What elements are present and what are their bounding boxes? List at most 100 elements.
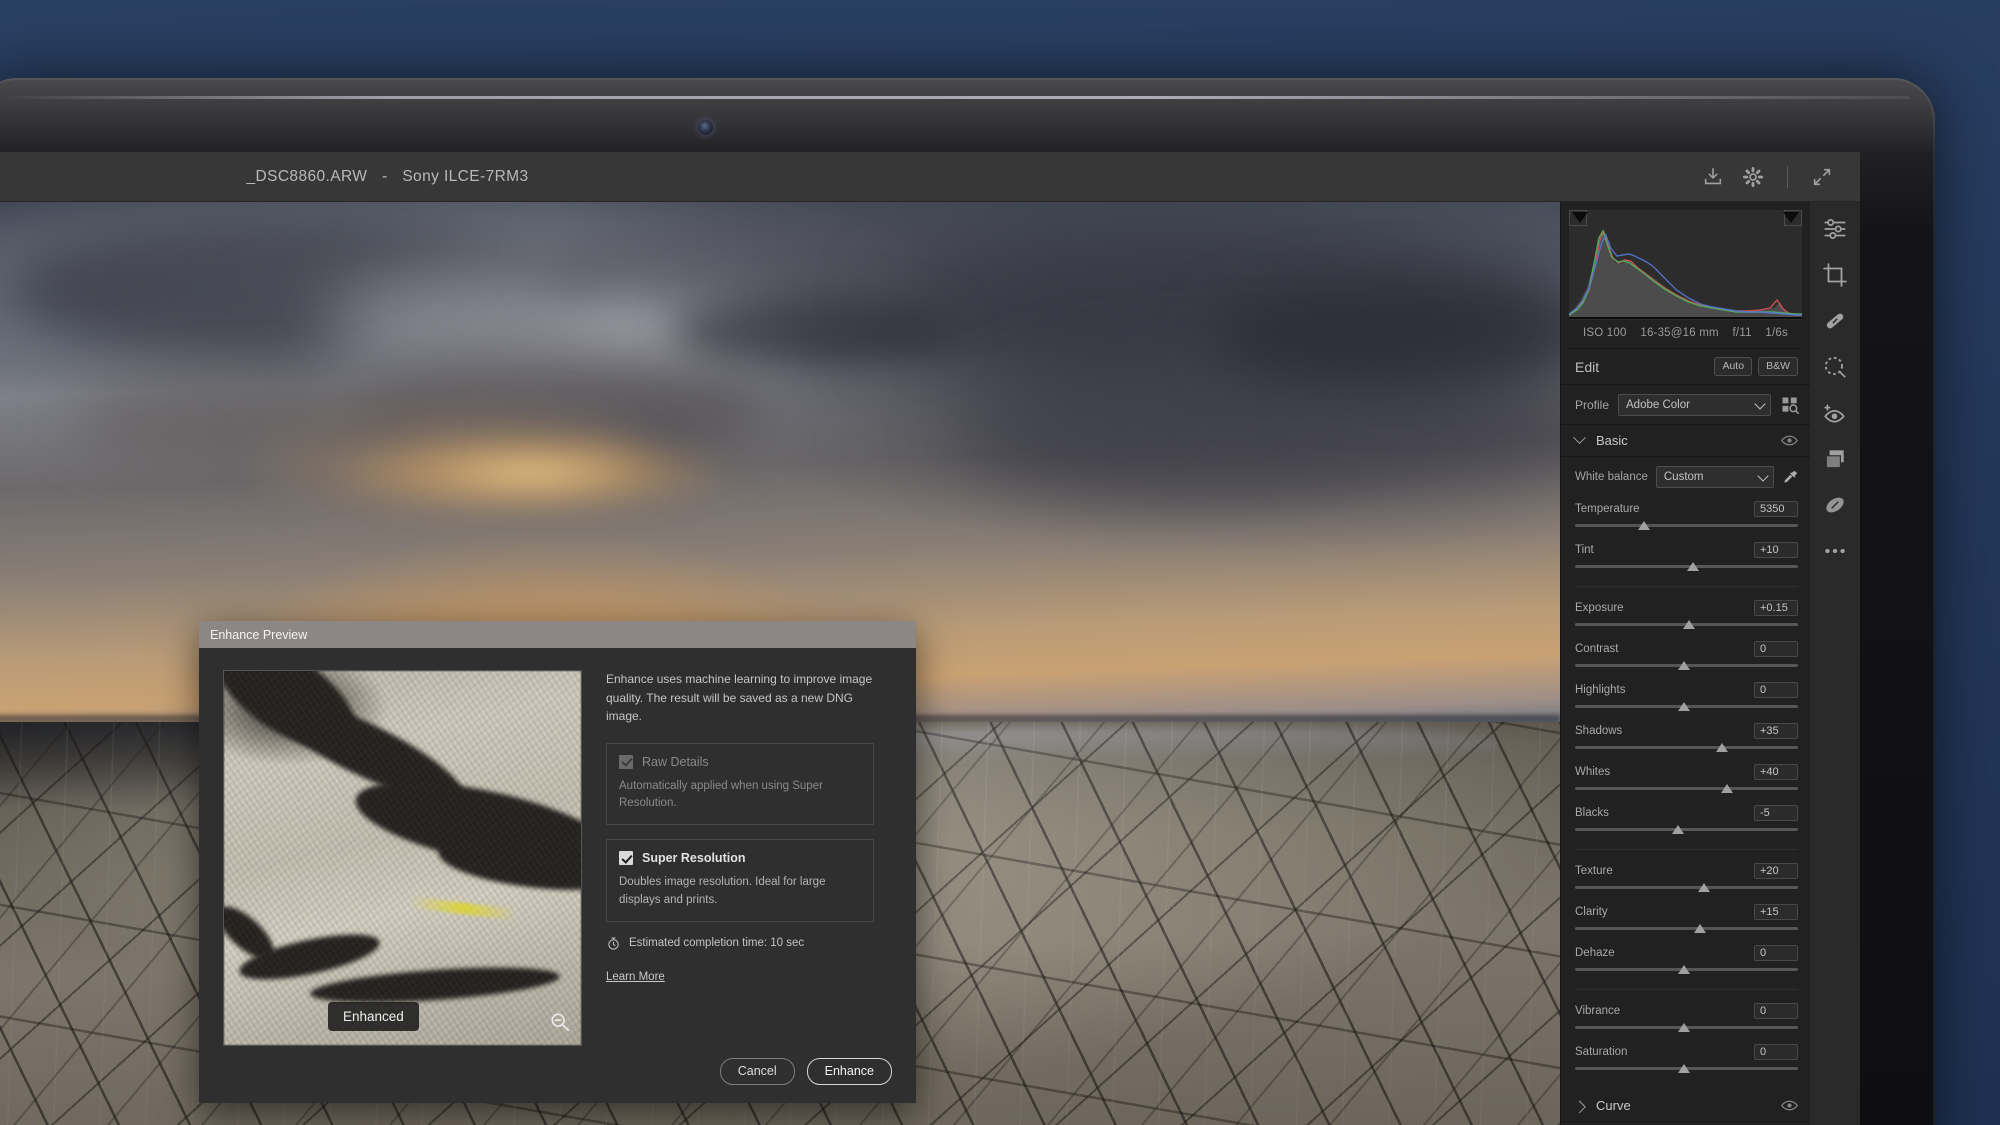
option-super-resolution[interactable]: Super Resolution Doubles image resolutio… xyxy=(606,839,874,922)
slider-knob[interactable] xyxy=(1672,825,1684,834)
option-raw-details[interactable]: Raw Details Automatically applied when u… xyxy=(606,743,874,826)
crop-tool-icon[interactable] xyxy=(1822,262,1848,288)
fullscreen-icon[interactable] xyxy=(1811,166,1833,188)
presets-tool-icon[interactable] xyxy=(1822,492,1848,518)
section-basic-header[interactable]: Basic xyxy=(1561,425,1810,457)
photo-sun-glow xyxy=(324,431,736,514)
slider-track[interactable] xyxy=(1575,824,1798,836)
slider-value[interactable]: +35 xyxy=(1754,723,1798,739)
slider-knob[interactable] xyxy=(1678,1023,1690,1032)
slider-value[interactable]: 0 xyxy=(1754,945,1798,961)
slider-knob[interactable] xyxy=(1678,1064,1690,1073)
slider-knob[interactable] xyxy=(1638,521,1650,530)
document-filename: _DSC8860.ARW xyxy=(246,168,367,185)
shadow-clipping-triangle xyxy=(1572,212,1588,223)
tone-sliders-group: Temperature5350 Tint+10 Exposure+0.15 Co… xyxy=(1575,500,1798,1075)
slider-knob[interactable] xyxy=(1678,702,1690,711)
slider-texture[interactable]: Texture+20 xyxy=(1575,862,1798,894)
super-resolution-checkbox[interactable] xyxy=(619,851,633,865)
edit-tool-icon[interactable] xyxy=(1822,216,1848,242)
slider-value[interactable]: 0 xyxy=(1754,641,1798,657)
slider-track[interactable] xyxy=(1575,882,1798,894)
slider-track[interactable] xyxy=(1575,1063,1798,1075)
slider-vibrance[interactable]: Vibrance 0 xyxy=(1575,1002,1798,1034)
slider-blacks[interactable]: Blacks-5 xyxy=(1575,804,1798,836)
option-super-resolution-header: Super Resolution xyxy=(619,851,861,865)
slider-exposure[interactable]: Exposure+0.15 xyxy=(1575,599,1798,631)
slider-value[interactable]: 0 xyxy=(1754,1003,1798,1019)
chevron-down-icon xyxy=(1754,398,1765,409)
auto-button[interactable]: Auto xyxy=(1714,357,1752,376)
slider-clarity[interactable]: Clarity+15 xyxy=(1575,903,1798,935)
slider-knob[interactable] xyxy=(1687,562,1699,571)
red-eye-tool-icon[interactable] xyxy=(1822,400,1848,426)
histogram[interactable] xyxy=(1569,210,1802,320)
cancel-button[interactable]: Cancel xyxy=(720,1058,795,1085)
slider-knob[interactable] xyxy=(1683,620,1695,629)
slider-shadows[interactable]: Shadows+35 xyxy=(1575,722,1798,754)
slider-knob[interactable] xyxy=(1721,784,1733,793)
masking-tool-icon[interactable] xyxy=(1822,354,1848,380)
share-export-icon[interactable] xyxy=(1702,166,1724,188)
slider-knob[interactable] xyxy=(1698,883,1710,892)
eye-icon[interactable] xyxy=(1781,434,1798,447)
slider-track[interactable] xyxy=(1575,742,1798,754)
slider-value[interactable]: -5 xyxy=(1754,805,1798,821)
enhance-button[interactable]: Enhance xyxy=(807,1058,892,1085)
white-balance-select[interactable]: Custom xyxy=(1656,466,1774,488)
slider-value[interactable]: +0.15 xyxy=(1754,600,1798,616)
healing-brush-tool-icon[interactable] xyxy=(1822,308,1848,334)
learn-more-link[interactable]: Learn More xyxy=(606,971,665,983)
slider-track[interactable] xyxy=(1575,520,1798,532)
dialog-body: Enhanced Enhance uses machine learning t… xyxy=(199,648,916,1046)
profile-select[interactable]: Adobe Color xyxy=(1618,394,1771,416)
slider-knob[interactable] xyxy=(1678,965,1690,974)
slider-track[interactable] xyxy=(1575,1022,1798,1034)
slider-track[interactable] xyxy=(1575,701,1798,713)
slider-value[interactable]: +10 xyxy=(1754,542,1798,558)
slider-value[interactable]: 0 xyxy=(1754,1044,1798,1060)
super-resolution-label: Super Resolution xyxy=(642,851,745,865)
enhance-preview-image[interactable]: Enhanced xyxy=(223,670,582,1046)
webcam-icon xyxy=(698,120,713,135)
slider-track[interactable] xyxy=(1575,964,1798,976)
slider-dehaze[interactable]: Dehaze0 xyxy=(1575,944,1798,976)
slider-track[interactable] xyxy=(1575,619,1798,631)
raw-details-checkbox xyxy=(619,755,633,769)
zoom-out-icon[interactable] xyxy=(549,1011,571,1033)
edit-header-buttons: Auto B&W xyxy=(1714,357,1798,376)
slider-knob[interactable] xyxy=(1678,661,1690,670)
slider-knob[interactable] xyxy=(1716,743,1728,752)
slider-track[interactable] xyxy=(1575,660,1798,672)
eyedropper-icon[interactable] xyxy=(1782,469,1798,485)
slider-value[interactable]: 5350 xyxy=(1754,501,1798,517)
slider-temperature[interactable]: Temperature5350 xyxy=(1575,500,1798,532)
slider-value[interactable]: 0 xyxy=(1754,682,1798,698)
slider-label: Vibrance xyxy=(1575,1005,1620,1017)
bw-button[interactable]: B&W xyxy=(1758,357,1798,376)
white-balance-value: Custom xyxy=(1664,471,1704,483)
title-separator: - xyxy=(372,168,398,185)
slider-value[interactable]: +20 xyxy=(1754,863,1798,879)
timer-icon xyxy=(606,936,621,951)
chevron-down-icon xyxy=(1573,431,1586,444)
slider-value[interactable]: +40 xyxy=(1754,764,1798,780)
slider-whites[interactable]: Whites+40 xyxy=(1575,763,1798,795)
more-tool-icon[interactable] xyxy=(1822,538,1848,564)
slider-knob[interactable] xyxy=(1694,924,1706,933)
eye-icon[interactable] xyxy=(1781,1099,1798,1112)
slider-saturation[interactable]: Saturation0 xyxy=(1575,1043,1798,1075)
versions-tool-icon[interactable] xyxy=(1822,446,1848,472)
slider-contrast[interactable]: Contrast0 xyxy=(1575,640,1798,672)
slider-track[interactable] xyxy=(1575,561,1798,573)
gear-icon[interactable] xyxy=(1742,166,1764,188)
browse-profiles-icon[interactable] xyxy=(1780,395,1800,415)
section-curve-header[interactable]: Curve xyxy=(1561,1090,1810,1122)
slider-value[interactable]: +15 xyxy=(1754,904,1798,920)
slider-highlights[interactable]: Highlights0 xyxy=(1575,681,1798,713)
slider-tint[interactable]: Tint+10 xyxy=(1575,541,1798,573)
edit-header: Edit Auto B&W xyxy=(1561,349,1810,385)
document-camera: Sony ILCE-7RM3 xyxy=(402,168,528,185)
slider-track[interactable] xyxy=(1575,783,1798,795)
slider-track[interactable] xyxy=(1575,923,1798,935)
